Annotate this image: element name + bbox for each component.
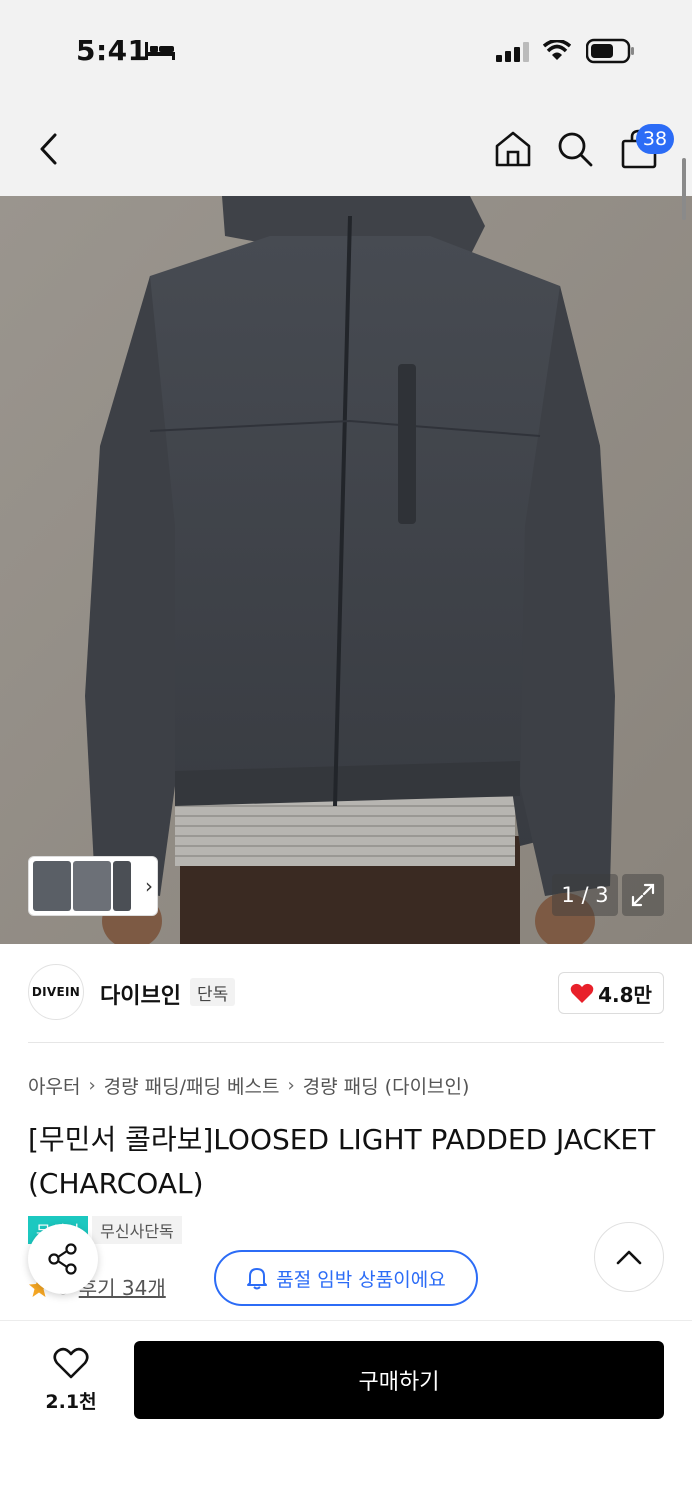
thumbnail-1[interactable] xyxy=(33,861,71,911)
soldout-soon-label: 품절 임박 상품이에요 xyxy=(276,1268,446,1291)
brand-name[interactable]: 다이브인 xyxy=(100,978,181,1010)
exclusive-badge: 무신사단독 xyxy=(92,1216,182,1244)
share-button[interactable] xyxy=(28,1224,98,1294)
chevron-right-icon: › xyxy=(287,1075,295,1096)
brand-row: DIVEIN 다이브인 단독 4.8만 xyxy=(28,962,664,1026)
thumbnail-2[interactable] xyxy=(73,861,111,911)
status-time: 5:41 xyxy=(76,34,148,67)
product-photo xyxy=(0,196,692,944)
thumbnail-strip[interactable]: › xyxy=(28,856,158,916)
product-image-gallery[interactable]: › 1 / 3 xyxy=(0,196,692,944)
search-button[interactable] xyxy=(552,126,598,172)
signal-icon xyxy=(496,42,529,62)
scrollbar[interactable] xyxy=(682,158,686,220)
home-icon xyxy=(495,131,531,167)
brand-logo[interactable]: DIVEIN xyxy=(28,964,84,1020)
image-page-indicator: 1 / 3 xyxy=(552,874,618,916)
sleep-bed-icon xyxy=(145,42,175,60)
breadcrumb-item[interactable]: 경량 패딩/패딩 베스트 xyxy=(104,1072,280,1099)
brand-like-button[interactable]: 4.8만 xyxy=(558,972,664,1014)
heart-outline-icon xyxy=(53,1347,89,1379)
chevron-right-icon: › xyxy=(88,1075,96,1096)
divider xyxy=(28,1042,664,1043)
breadcrumb-item[interactable]: 아우터 xyxy=(28,1072,80,1099)
battery-icon xyxy=(586,38,634,64)
product-title: [무민서 콜라보]LOOSED LIGHT PADDED JACKET (CHA… xyxy=(28,1123,656,1200)
brand-exclusive-tag: 단독 xyxy=(190,978,236,1006)
expand-image-button[interactable] xyxy=(622,874,664,916)
brand-like-count: 4.8만 xyxy=(598,982,652,1007)
search-icon xyxy=(558,132,593,167)
chevron-up-icon xyxy=(616,1250,642,1265)
buy-button[interactable]: 구매하기 xyxy=(134,1341,664,1419)
soldout-soon-button[interactable]: 품절 임박 상품이에요 xyxy=(214,1250,478,1306)
breadcrumb: 아우터 › 경량 패딩/패딩 베스트 › 경량 패딩 (다이브인) xyxy=(28,1072,469,1099)
scroll-to-top-button[interactable] xyxy=(594,1222,664,1292)
home-button[interactable] xyxy=(490,126,536,172)
chevron-right-icon: › xyxy=(145,874,153,898)
top-nav-bar xyxy=(0,100,692,196)
bottom-action-bar: 2.1천 구매하기 xyxy=(0,1320,692,1500)
back-button[interactable] xyxy=(26,126,72,172)
bell-icon xyxy=(247,1268,268,1290)
breadcrumb-item[interactable]: 경량 패딩 (다이브인) xyxy=(303,1072,470,1099)
cart-count-badge: 38 xyxy=(636,124,674,154)
wishlist-button[interactable]: 2.1천 xyxy=(36,1347,106,1417)
expand-icon xyxy=(631,883,655,907)
share-icon xyxy=(48,1243,77,1275)
heart-filled-icon xyxy=(570,983,594,1003)
thumbnail-3[interactable] xyxy=(113,861,131,911)
product-detail-page: 5:41 38 › 1 / 3 DIVEIN 다이브인 단독 4.8만 아우터 … xyxy=(0,0,692,1500)
chevron-left-icon xyxy=(40,133,57,165)
wishlist-count: 2.1천 xyxy=(45,1391,97,1413)
wifi-icon xyxy=(543,40,571,60)
status-bar: 5:41 xyxy=(0,0,692,100)
